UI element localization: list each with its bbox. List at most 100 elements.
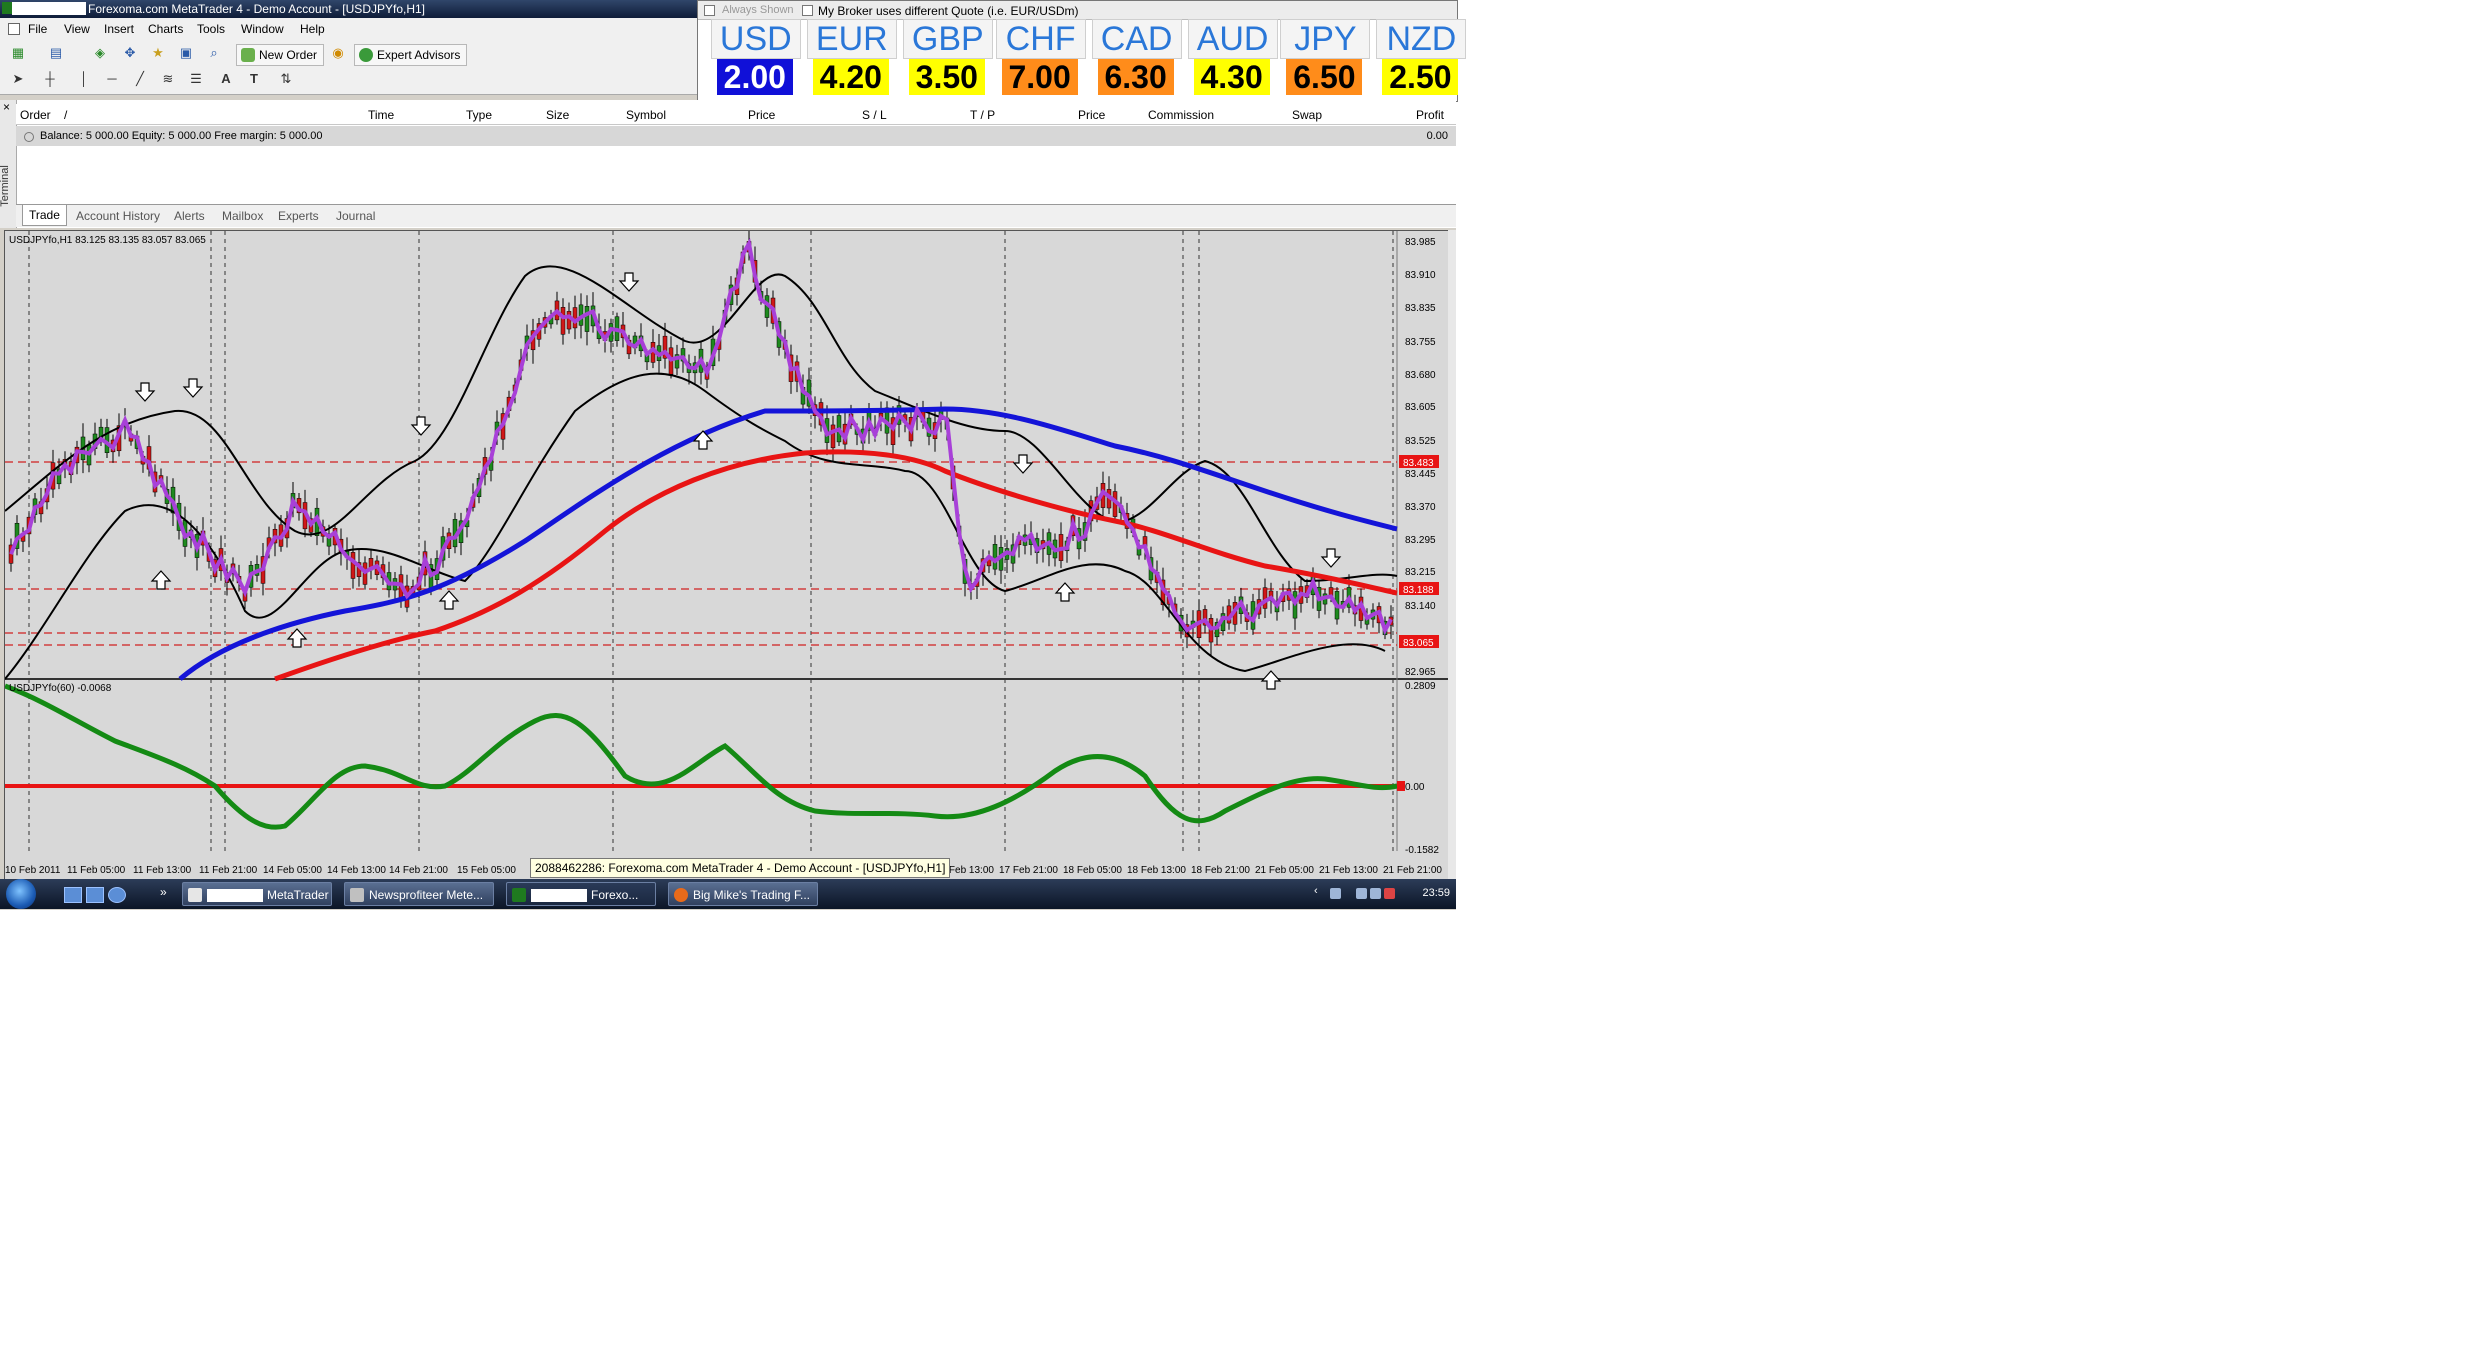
menu-insert[interactable]: Insert	[104, 22, 134, 36]
column-header[interactable]: Symbol	[626, 108, 666, 122]
column-header[interactable]: T / P	[970, 108, 995, 122]
show-desktop-icon[interactable]	[64, 887, 82, 903]
new-chart-icon[interactable]: ▦	[10, 46, 26, 60]
tab-trade[interactable]: Trade	[22, 205, 67, 226]
tab-experts[interactable]: Experts	[278, 209, 319, 223]
price-axis-label: 83.215	[1405, 567, 1436, 578]
favorites-icon[interactable]: ★	[150, 46, 166, 60]
currency-code: NZD	[1376, 19, 1467, 59]
text-icon[interactable]: A	[218, 72, 234, 86]
task-icon	[188, 888, 202, 902]
vertical-line-icon[interactable]: │	[76, 72, 92, 86]
task-icon	[674, 888, 688, 902]
tab-mailbox[interactable]: Mailbox	[222, 209, 263, 223]
currency-strength-value: 4.30	[1193, 59, 1270, 95]
metaeditor-icon[interactable]: ◉	[330, 46, 346, 60]
column-header[interactable]: Price	[748, 108, 775, 122]
tab-journal[interactable]: Journal	[336, 209, 375, 223]
menu-help[interactable]: Help	[300, 22, 325, 36]
cursor-icon[interactable]: ➤	[10, 72, 26, 86]
column-header[interactable]: Size	[546, 108, 569, 122]
column-header[interactable]: Swap	[1292, 108, 1322, 122]
trendline-icon[interactable]: ╱	[132, 72, 148, 86]
column-header[interactable]: S / L	[862, 108, 887, 122]
time-axis-label: 21 Feb 21:00	[1383, 865, 1442, 876]
balance-icon	[24, 132, 34, 142]
broker-quote-checkbox[interactable]	[802, 5, 813, 16]
currency-aud: AUD 4.30	[1187, 19, 1278, 99]
menu-charts[interactable]: Charts	[148, 22, 183, 36]
currency-strength-value: 2.50	[1382, 59, 1459, 95]
column-header[interactable]: Time	[368, 108, 394, 122]
chart-canvas[interactable]: 83.985 83.910 83.835 83.755 83.680 83.605 83.5…	[4, 227, 1451, 881]
task-newsprofiteer[interactable]: Newsprofiteer Mete...	[344, 882, 494, 906]
column-header[interactable]: Profit	[1416, 108, 1444, 122]
task-forexoma[interactable]: Forexo...	[506, 882, 656, 906]
navigator-icon[interactable]: ✥	[122, 46, 138, 60]
currency-code: EUR	[806, 19, 897, 59]
column-header[interactable]: /	[64, 108, 67, 122]
time-axis-label: 18 Feb 05:00	[1063, 865, 1122, 876]
start-button[interactable]	[6, 879, 36, 909]
menu-file[interactable]: File	[28, 22, 47, 36]
browser-icon[interactable]	[108, 887, 126, 903]
widget-header: Always Shown My Broker uses different Qu…	[698, 1, 1457, 20]
tray-monitor-icon[interactable]	[1370, 888, 1381, 899]
system-tray: ‹ 23:59	[1300, 879, 1456, 909]
tray-chevron-icon[interactable]: ‹	[1314, 885, 1325, 897]
app-icon	[2, 2, 12, 14]
market-watch-icon[interactable]: ◈	[92, 46, 108, 60]
window-tooltip: 2088462286: Forexoma.com MetaTrader 4 - …	[530, 858, 951, 878]
currency-eur: EUR 4.20	[806, 19, 897, 99]
expert-advisors-button[interactable]: Expert Advisors	[354, 44, 468, 66]
currency-chf: CHF 7.00	[995, 19, 1086, 99]
fibonacci-icon[interactable]: ☰	[188, 72, 204, 86]
always-shown-checkbox[interactable]	[704, 5, 715, 16]
tab-alerts[interactable]: Alerts	[174, 209, 205, 223]
price-chart[interactable]: 83.985 83.910 83.835 83.755 83.680 83.605 83.5…	[4, 227, 1452, 882]
price-axis-label: 83.755	[1405, 337, 1436, 348]
tray-volume-icon[interactable]	[1384, 888, 1395, 899]
menu-window[interactable]: Window	[241, 22, 284, 36]
overflow-chevron-icon[interactable]: »	[160, 885, 167, 899]
column-header[interactable]: Order	[20, 108, 51, 122]
currency-gbp: GBP 3.50	[902, 19, 993, 99]
crosshair-icon[interactable]: ┼	[42, 72, 58, 86]
time-axis-label: 15 Feb 05:00	[457, 865, 516, 876]
task-big-mikes[interactable]: Big Mike's Trading F...	[668, 882, 818, 906]
doc-icon[interactable]	[8, 23, 20, 35]
tester-icon[interactable]: ⌕	[206, 46, 222, 60]
balance-row[interactable]: Balance: 5 000.00 Equity: 5 000.00 Free …	[16, 126, 1456, 146]
horizontal-line-icon[interactable]: ─	[104, 72, 120, 86]
currency-strength-value: 2.00	[716, 59, 793, 95]
expert-advisors-icon	[359, 48, 373, 62]
text-label-icon[interactable]: T	[246, 72, 262, 86]
price-axis-label: 83.680	[1405, 370, 1436, 381]
channel-icon[interactable]: ≋	[160, 72, 176, 86]
switch-windows-icon[interactable]	[86, 887, 104, 903]
close-icon[interactable]: ×	[3, 100, 10, 114]
metatrader-window: Forexoma.com MetaTrader 4 - Demo Account…	[0, 0, 1467, 910]
arrows-icon[interactable]: ⇅	[278, 72, 294, 86]
time-axis-label: 14 Feb 13:00	[327, 865, 386, 876]
tray-app-icon[interactable]	[1330, 888, 1341, 899]
tab-account-history[interactable]: Account History	[76, 209, 160, 223]
new-order-button[interactable]: New Order	[236, 44, 325, 66]
task-metatrader[interactable]: MetaTrader ...	[182, 882, 332, 906]
chart-scrollbar[interactable]	[1448, 230, 1456, 880]
menu-tools[interactable]: Tools	[197, 22, 225, 36]
time-axis-label: 11 Feb 13:00	[133, 865, 192, 876]
orders-table-header: Order / Time Type Size Symbol Price S / L T / P P…	[16, 104, 1456, 125]
profiles-icon[interactable]: ▤	[48, 46, 64, 60]
terminal-icon[interactable]: ▣	[178, 46, 194, 60]
oscillator-header: USDJPYfo(60) -0.0068	[9, 683, 112, 694]
menu-view[interactable]: View	[64, 22, 90, 36]
tray-network-icon[interactable]	[1356, 888, 1367, 899]
menu-bar: File View Insert Charts Tools Window Hel…	[0, 18, 700, 40]
currency-cad: CAD 6.30	[1091, 19, 1182, 99]
new-order-label: New Order	[259, 48, 318, 62]
column-header[interactable]: Commission	[1148, 108, 1214, 122]
price-axis-label: 83.910	[1405, 270, 1436, 281]
column-header[interactable]: Price	[1078, 108, 1105, 122]
column-header[interactable]: Type	[466, 108, 492, 122]
